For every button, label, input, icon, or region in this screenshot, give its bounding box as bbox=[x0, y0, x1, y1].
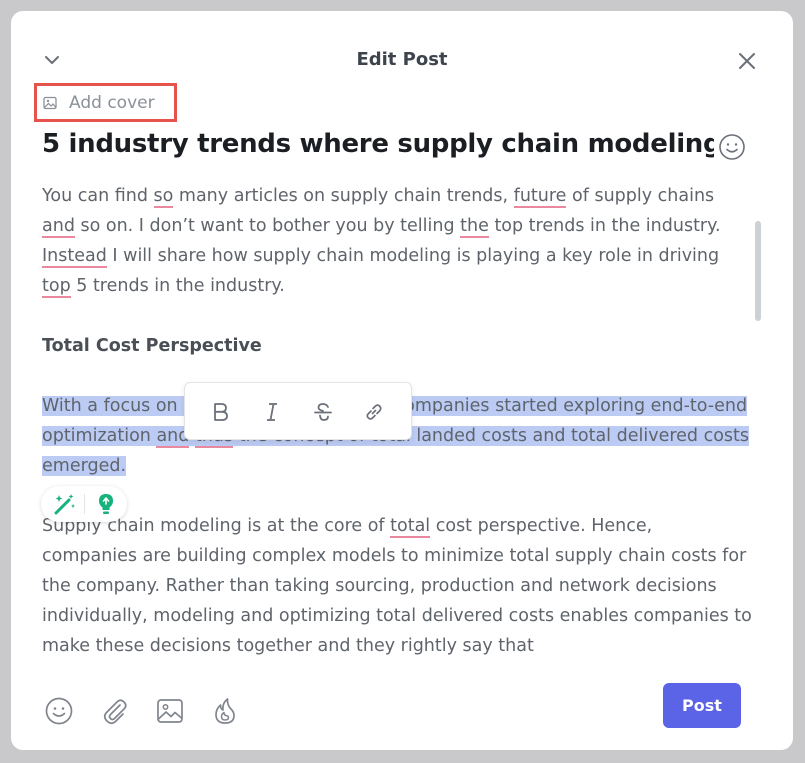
lightbulb-icon[interactable] bbox=[94, 492, 118, 516]
strikethrough-icon[interactable] bbox=[312, 401, 334, 423]
emoji-icon[interactable] bbox=[44, 696, 74, 726]
ai-tools-pill bbox=[41, 486, 127, 522]
add-cover-button[interactable]: Add cover bbox=[34, 83, 177, 122]
spellcheck-word: so bbox=[153, 186, 174, 208]
italic-icon[interactable] bbox=[261, 401, 283, 423]
spellcheck-word: total bbox=[390, 516, 431, 538]
edit-post-dialog: Edit Post Add cover 5 industry trends wh… bbox=[11, 11, 793, 750]
close-icon[interactable] bbox=[735, 49, 759, 73]
emoji-picker-icon[interactable] bbox=[718, 133, 746, 161]
dialog-header: Edit Post bbox=[11, 11, 793, 81]
format-toolbar bbox=[184, 382, 412, 440]
intro-paragraph: You can find so many articles on supply … bbox=[42, 186, 721, 298]
body-paragraph: Supply chain modeling is at the core of … bbox=[42, 516, 752, 656]
link-icon[interactable] bbox=[363, 401, 385, 423]
pill-divider bbox=[84, 494, 85, 514]
post-title-input[interactable]: 5 industry trends where supply chain mod… bbox=[42, 129, 714, 159]
spellcheck-word: future bbox=[513, 186, 567, 208]
image-upload-icon[interactable] bbox=[155, 696, 185, 726]
attachment-icon[interactable] bbox=[100, 696, 130, 726]
add-cover-label: Add cover bbox=[69, 92, 155, 113]
spellcheck-word: the bbox=[460, 216, 489, 238]
spellcheck-word: Instead bbox=[42, 246, 107, 268]
image-icon bbox=[43, 96, 57, 109]
dialog-title: Edit Post bbox=[356, 49, 448, 70]
fire-icon[interactable] bbox=[210, 696, 240, 726]
post-button[interactable]: Post bbox=[663, 683, 741, 728]
bold-icon[interactable] bbox=[209, 401, 231, 423]
scrollbar-thumb[interactable] bbox=[755, 221, 761, 321]
magic-wand-icon[interactable] bbox=[51, 492, 77, 516]
spellcheck-word: and bbox=[42, 216, 75, 238]
spellcheck-word: top bbox=[42, 276, 71, 298]
section-heading: Total Cost Perspective bbox=[42, 336, 262, 356]
